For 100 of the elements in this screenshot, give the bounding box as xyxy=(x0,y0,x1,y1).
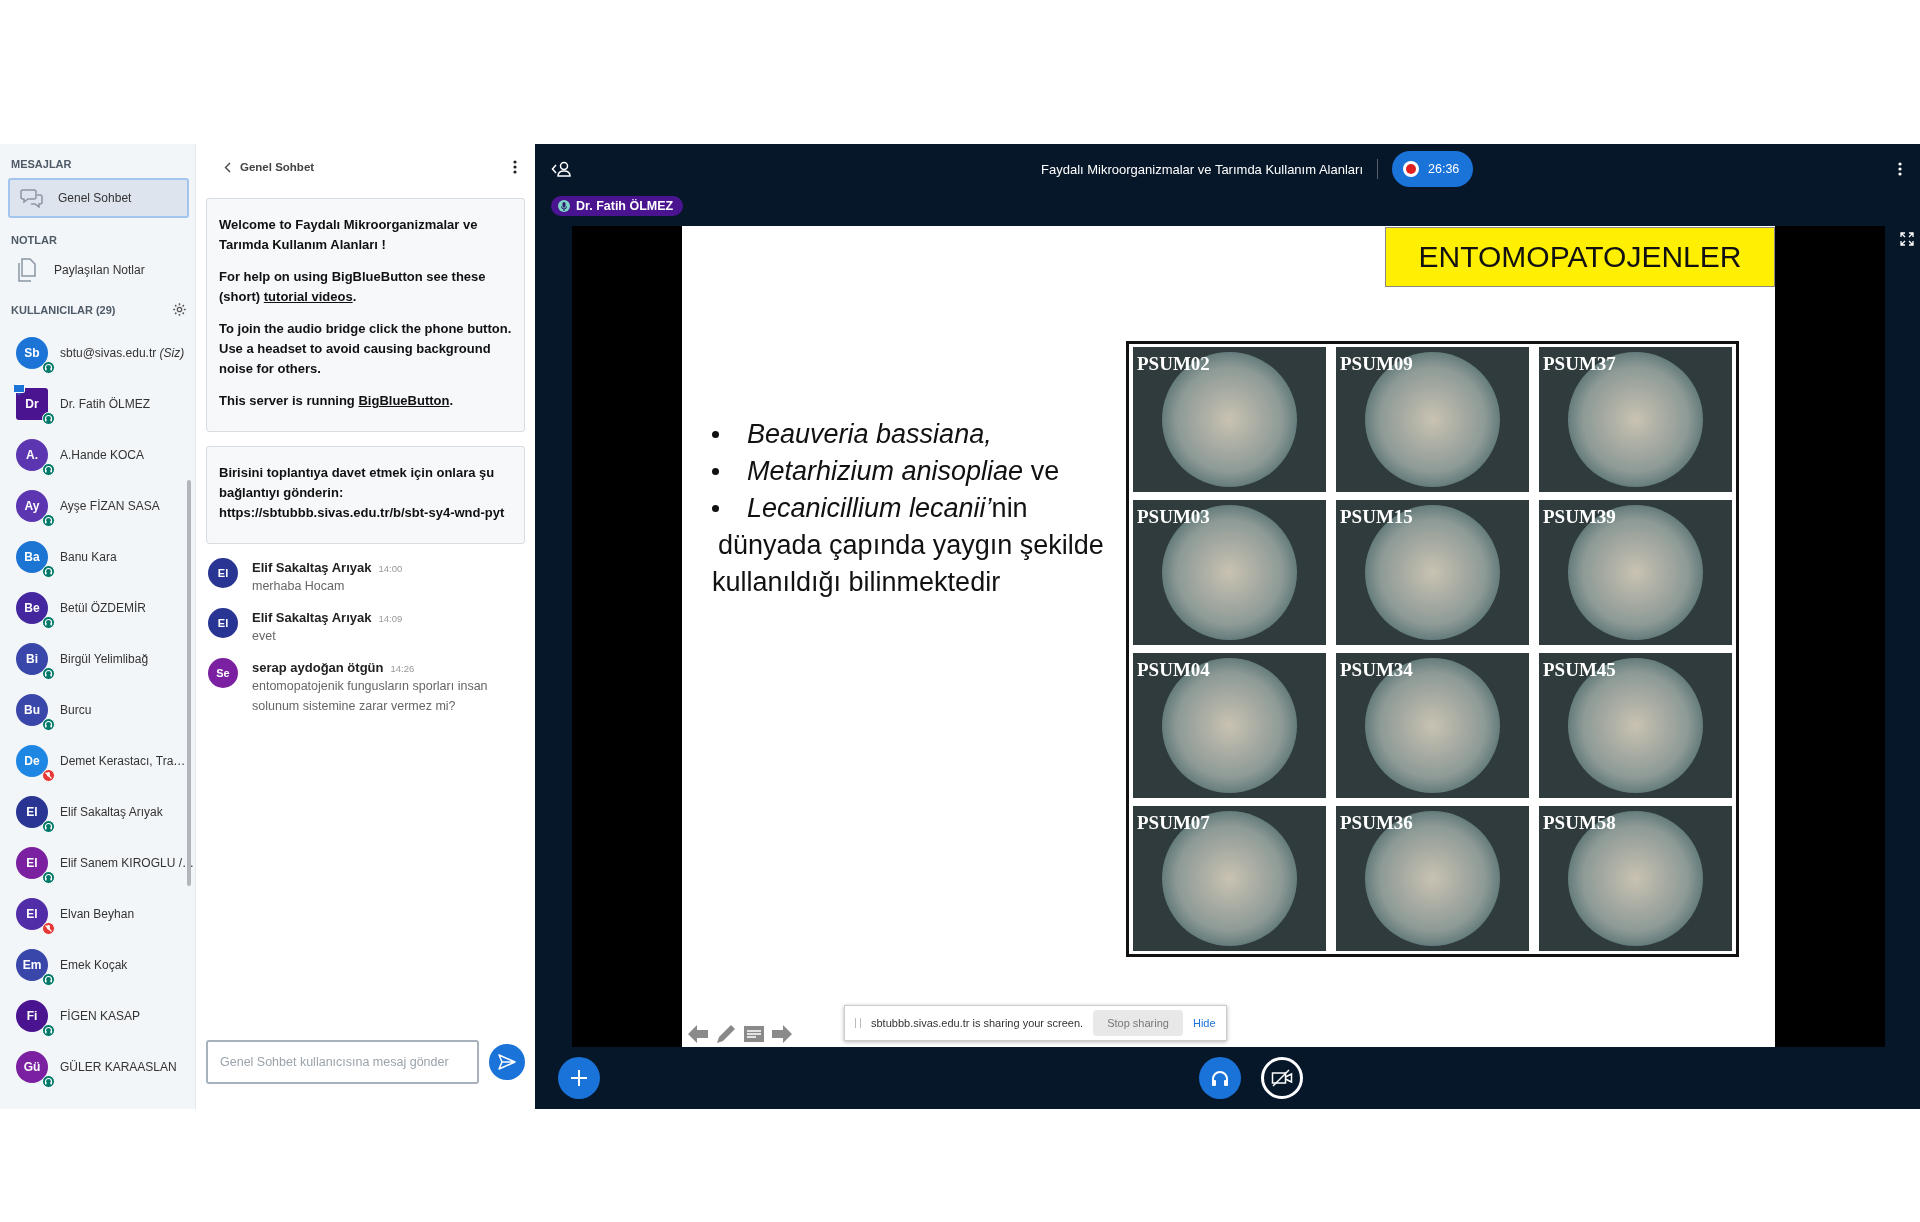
recording-button[interactable]: 26:36 xyxy=(1392,151,1474,187)
bullet-text: Lecanicillium lecanii’nin xyxy=(747,493,1028,524)
user-avatar: A. xyxy=(16,438,48,471)
user-name[interactable]: Birgül Yelimlibağ xyxy=(60,651,149,666)
notes-item[interactable]: Paylaşılan Notlar xyxy=(54,263,145,277)
chat-item[interactable]: Genel Sohbet xyxy=(8,178,189,218)
stop-sharing-button[interactable]: Stop sharing xyxy=(1093,1010,1183,1036)
slide-text: dünyada çapında yaygın şekilde xyxy=(717,529,1104,562)
bullet-icon xyxy=(712,505,719,512)
plus-icon xyxy=(570,1069,588,1087)
plate-label: PSUM36 xyxy=(1340,812,1413,834)
plate-label: PSUM34 xyxy=(1340,659,1413,681)
message-text: evet xyxy=(252,628,277,645)
server-text: This server is running BigBlueButton. xyxy=(219,392,455,410)
slide-title: ENTOMOPATOJENLER xyxy=(1385,227,1775,287)
fullscreen-icon[interactable] xyxy=(1900,232,1914,246)
plate-label: PSUM02 xyxy=(1137,353,1210,375)
message-time: 14:09 xyxy=(378,613,403,624)
meeting-title: Faydalı Mikroorganizmalar ve Tarımda Kullanım Alanları xyxy=(1041,161,1363,177)
user-name[interactable]: Emek Koçak xyxy=(60,957,128,972)
bigbluebutton-link[interactable]: BigBlueButton xyxy=(358,393,450,408)
drag-handle-icon[interactable] xyxy=(855,1018,861,1028)
plate-label: PSUM07 xyxy=(1137,812,1210,834)
section-heading: KULLANICILAR (29) xyxy=(11,303,116,316)
notes-icon[interactable] xyxy=(743,1025,765,1043)
presenter-talking-badge: Dr. Fatih ÖLMEZ xyxy=(551,196,684,216)
user-avatar: El xyxy=(208,558,238,588)
plate-label: PSUM15 xyxy=(1340,506,1413,528)
user-avatar: De xyxy=(16,744,48,777)
welcome-title: Welcome to Faydalı Mikroorganizmalar ve Tarımda Kullanım Alanları ! xyxy=(219,216,479,254)
user-name[interactable]: GÜLER KARAASLAN xyxy=(60,1059,177,1074)
message-text: entomopatojenik fungusların sporları insan solunum sistemine zarar vermez mi? xyxy=(252,678,489,715)
user-avatar: Fi xyxy=(16,999,48,1032)
documents-icon xyxy=(16,258,38,282)
pencil-icon[interactable] xyxy=(715,1023,737,1045)
user-avatar: Bu xyxy=(16,693,48,726)
more-options-icon[interactable] xyxy=(1898,162,1902,176)
user-avatar: El xyxy=(208,608,238,638)
send-icon xyxy=(498,1054,517,1070)
plate-label: PSUM39 xyxy=(1543,506,1616,528)
back-link[interactable]: Genel Sohbet xyxy=(224,161,315,173)
tutorial-link[interactable]: tutorial videos xyxy=(263,289,353,304)
bullet-icon xyxy=(712,431,719,438)
headphones-icon xyxy=(1210,1069,1230,1087)
user-avatar: Be xyxy=(16,591,48,624)
message-author: serap aydoğan ötgün xyxy=(252,660,384,675)
user-name[interactable]: Ayşe FİZAN SASA xyxy=(60,498,160,513)
plate-label: PSUM45 xyxy=(1543,659,1616,681)
user-avatar: Em xyxy=(16,948,48,981)
message-author: Elif Sakaltaş Arıyak xyxy=(252,560,372,575)
bullet-text: Beauveria bassiana, xyxy=(747,419,992,450)
settings-icon[interactable] xyxy=(172,302,187,317)
user-avatar: Se xyxy=(208,658,238,688)
plate-label: PSUM37 xyxy=(1543,353,1616,375)
user-name[interactable]: Banu Kara xyxy=(60,549,117,564)
user-avatar: Bi xyxy=(16,642,48,675)
message-author: Elif Sakaltaş Arıyak xyxy=(252,610,372,625)
user-avatar: Sb xyxy=(16,336,48,369)
user-name[interactable]: Elvan Beyhan xyxy=(60,906,135,921)
slide-text: kullanıldığı bilinmektedir xyxy=(712,566,1001,599)
plate-label: PSUM58 xyxy=(1543,812,1616,834)
arrow-right-icon[interactable] xyxy=(771,1024,793,1044)
user-avatar: Gü xyxy=(16,1050,48,1083)
user-name[interactable]: FİGEN KASAP xyxy=(60,1008,141,1023)
arrow-left-icon[interactable] xyxy=(687,1024,709,1044)
user-name[interactable]: Elif Sakaltaş Arıyak xyxy=(60,804,163,819)
chevron-left-icon xyxy=(224,161,231,173)
plate-label: PSUM09 xyxy=(1340,353,1413,375)
bullet-text: Metarhizium anisopliae ve xyxy=(747,456,1060,487)
message-time: 14:00 xyxy=(378,563,403,574)
user-name[interactable]: Demet Kerastacı, Tra… xyxy=(60,753,186,768)
user-avatar: El xyxy=(16,846,48,879)
user-name[interactable]: Burcu xyxy=(60,702,92,717)
send-button[interactable] xyxy=(489,1044,525,1080)
microphone-icon xyxy=(558,199,570,213)
camera-off-button[interactable] xyxy=(1261,1057,1303,1099)
section-heading: MESAJLAR xyxy=(10,157,73,172)
presentation-icon xyxy=(13,383,25,395)
chat-bubbles-icon xyxy=(20,188,44,208)
actions-button[interactable] xyxy=(558,1057,600,1099)
plate-label: PSUM04 xyxy=(1137,659,1210,681)
user-name[interactable]: Dr. Fatih ÖLMEZ xyxy=(60,396,151,411)
camera-off-icon xyxy=(1271,1069,1293,1087)
message-time: 14:26 xyxy=(390,663,415,674)
user-avatar: Ay xyxy=(16,489,48,522)
more-options-icon[interactable] xyxy=(513,160,517,174)
user-avatar: El xyxy=(16,897,48,930)
user-list-toggle-icon[interactable] xyxy=(551,161,571,177)
user-avatar: El xyxy=(16,795,48,828)
user-name[interactable]: Betül ÖZDEMİR xyxy=(60,600,146,615)
plate-label: PSUM03 xyxy=(1137,506,1210,528)
audio-help-text: To join the audio bridge click the phone button. Use a headset to avoid causing background noise for others. xyxy=(219,320,512,378)
user-name[interactable]: sbtu@sivas.edu.tr (Siz) xyxy=(60,345,185,360)
user-name[interactable]: A.Hande KOCA xyxy=(60,447,145,462)
bullet-icon xyxy=(712,468,719,475)
sharing-text: sbtubbb.sivas.edu.tr is sharing your screen. xyxy=(871,1017,1084,1029)
message-input[interactable]: Genel Sohbet kullanıcısına mesaj gönder xyxy=(206,1040,480,1084)
hide-link[interactable]: Hide xyxy=(1192,1017,1216,1029)
user-avatar: Ba xyxy=(16,540,48,573)
audio-button[interactable] xyxy=(1199,1057,1241,1099)
